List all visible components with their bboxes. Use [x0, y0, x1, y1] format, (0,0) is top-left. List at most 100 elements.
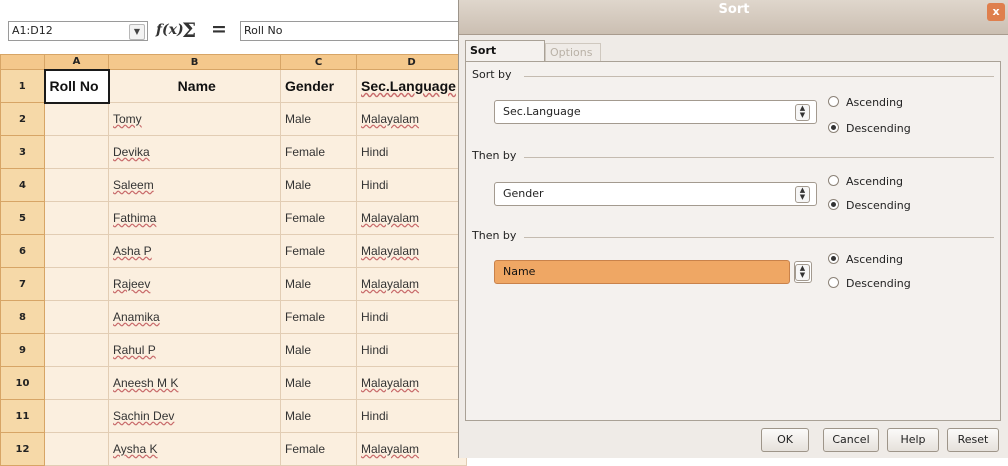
- dialog-titlebar[interactable]: Sort x: [459, 0, 1008, 35]
- cell-a[interactable]: [44, 300, 109, 334]
- column-header-d[interactable]: D: [356, 54, 467, 70]
- row-header[interactable]: 4: [0, 168, 45, 202]
- cell-name[interactable]: Rahul P: [108, 333, 281, 367]
- cell-gender[interactable]: Male: [280, 102, 357, 136]
- cell-name[interactable]: Tomy: [108, 102, 281, 136]
- then-by-spin-button[interactable]: ▲ ▼: [794, 261, 812, 283]
- cell-name[interactable]: Anamika: [108, 300, 281, 334]
- cancel-button[interactable]: Cancel: [823, 428, 879, 452]
- cell-c1[interactable]: Gender: [280, 69, 357, 103]
- sort-by-descending-radio[interactable]: Descending: [828, 121, 911, 137]
- formula-input[interactable]: Roll No: [240, 21, 466, 41]
- row-header[interactable]: 6: [0, 234, 45, 268]
- column-header-a[interactable]: A: [44, 54, 109, 70]
- cell-name[interactable]: Fathima: [108, 201, 281, 235]
- cell-a[interactable]: [44, 135, 109, 169]
- then-by-2-descending-radio[interactable]: Descending: [828, 276, 911, 292]
- radio-label: Ascending: [846, 253, 904, 266]
- row-header[interactable]: 3: [0, 135, 45, 169]
- row-header[interactable]: 11: [0, 399, 45, 433]
- equals-icon[interactable]: =: [211, 18, 227, 40]
- cell-language[interactable]: Hindi: [356, 399, 467, 433]
- tab-options[interactable]: Options: [545, 43, 601, 62]
- function-wizard-icon[interactable]: f(x): [156, 22, 184, 38]
- cell-a[interactable]: [44, 267, 109, 301]
- table-row: 3 Devika Female Hindi: [0, 135, 467, 169]
- cell-language[interactable]: Hindi: [356, 300, 467, 334]
- radio-icon: [828, 277, 839, 288]
- cell-name-text: Aysha K: [113, 442, 158, 456]
- column-header-c[interactable]: C: [280, 54, 357, 70]
- column-header-b[interactable]: B: [108, 54, 281, 70]
- cell-gender[interactable]: Male: [280, 267, 357, 301]
- cell-gender[interactable]: Male: [280, 399, 357, 433]
- cell-gender[interactable]: Female: [280, 300, 357, 334]
- row-header[interactable]: 10: [0, 366, 45, 400]
- cell-a[interactable]: [44, 102, 109, 136]
- cell-language[interactable]: Hindi: [356, 168, 467, 202]
- cell-gender[interactable]: Male: [280, 168, 357, 202]
- row-header[interactable]: 1: [0, 69, 45, 103]
- name-box[interactable]: A1:D12 ▼: [8, 21, 148, 41]
- row-header[interactable]: 8: [0, 300, 45, 334]
- reset-button[interactable]: Reset: [947, 428, 999, 452]
- cell-gender[interactable]: Male: [280, 366, 357, 400]
- then-by-key-select[interactable]: Gender ▲ ▼: [494, 182, 817, 206]
- sort-by-key-select[interactable]: Sec.Language ▲ ▼: [494, 100, 817, 124]
- then-by-2-ascending-radio[interactable]: Ascending: [828, 252, 903, 268]
- then-by-ascending-radio[interactable]: Ascending: [828, 174, 903, 190]
- cell-gender[interactable]: Female: [280, 432, 357, 466]
- help-button[interactable]: Help: [887, 428, 939, 452]
- cell-name[interactable]: Sachin Dev: [108, 399, 281, 433]
- cell-language[interactable]: Malayalam: [356, 366, 467, 400]
- row-header[interactable]: 9: [0, 333, 45, 367]
- cell-name[interactable]: Aysha K: [108, 432, 281, 466]
- sum-icon[interactable]: Σ: [182, 18, 196, 42]
- select-all-corner[interactable]: [0, 54, 45, 70]
- sort-by-ascending-radio[interactable]: Ascending: [828, 95, 903, 111]
- cell-language-text: Malayalam: [361, 211, 420, 225]
- chevron-down-icon[interactable]: ▼: [129, 24, 145, 40]
- cell-language[interactable]: Malayalam: [356, 201, 467, 235]
- cell-a[interactable]: [44, 366, 109, 400]
- row-header[interactable]: 7: [0, 267, 45, 301]
- cell-b1[interactable]: Name: [108, 69, 281, 103]
- cell-name[interactable]: Rajeev: [108, 267, 281, 301]
- cell-a[interactable]: [44, 432, 109, 466]
- table-row: 7 Rajeev Male Malayalam: [0, 267, 467, 301]
- row-header[interactable]: 5: [0, 201, 45, 235]
- cell-language[interactable]: Malayalam: [356, 267, 467, 301]
- then-by-key-select-2[interactable]: Name: [494, 260, 790, 284]
- cell-name[interactable]: Asha P: [108, 234, 281, 268]
- radio-icon: [828, 175, 839, 186]
- ok-button[interactable]: OK: [761, 428, 809, 452]
- cell-gender[interactable]: Female: [280, 234, 357, 268]
- cell-gender[interactable]: Female: [280, 135, 357, 169]
- close-icon[interactable]: x: [987, 3, 1005, 21]
- cell-language-text: Malayalam: [361, 244, 420, 258]
- cell-name[interactable]: Saleem: [108, 168, 281, 202]
- cell-gender[interactable]: Male: [280, 333, 357, 367]
- row-header[interactable]: 12: [0, 432, 45, 466]
- row-header[interactable]: 2: [0, 102, 45, 136]
- cell-a[interactable]: [44, 399, 109, 433]
- cell-d1[interactable]: Sec.Language: [356, 69, 467, 103]
- cell-name-text: Rahul P: [113, 343, 156, 357]
- tab-sort-criteria[interactable]: Sort Criteria: [465, 40, 545, 77]
- cell-gender[interactable]: Female: [280, 201, 357, 235]
- cell-a[interactable]: [44, 333, 109, 367]
- radio-label: Ascending: [846, 96, 904, 109]
- cell-language[interactable]: Malayalam: [356, 432, 467, 466]
- cell-a[interactable]: [44, 234, 109, 268]
- cell-language[interactable]: Hindi: [356, 135, 467, 169]
- radio-label: Descending: [846, 122, 911, 135]
- cell-language[interactable]: Malayalam: [356, 102, 467, 136]
- cell-name[interactable]: Devika: [108, 135, 281, 169]
- cell-language[interactable]: Malayalam: [356, 234, 467, 268]
- cell-name[interactable]: Aneesh M K: [108, 366, 281, 400]
- cell-a1[interactable]: Roll No: [43, 68, 110, 104]
- then-by-descending-radio[interactable]: Descending: [828, 198, 911, 214]
- cell-a[interactable]: [44, 168, 109, 202]
- cell-a[interactable]: [44, 201, 109, 235]
- cell-language[interactable]: Hindi: [356, 333, 467, 367]
